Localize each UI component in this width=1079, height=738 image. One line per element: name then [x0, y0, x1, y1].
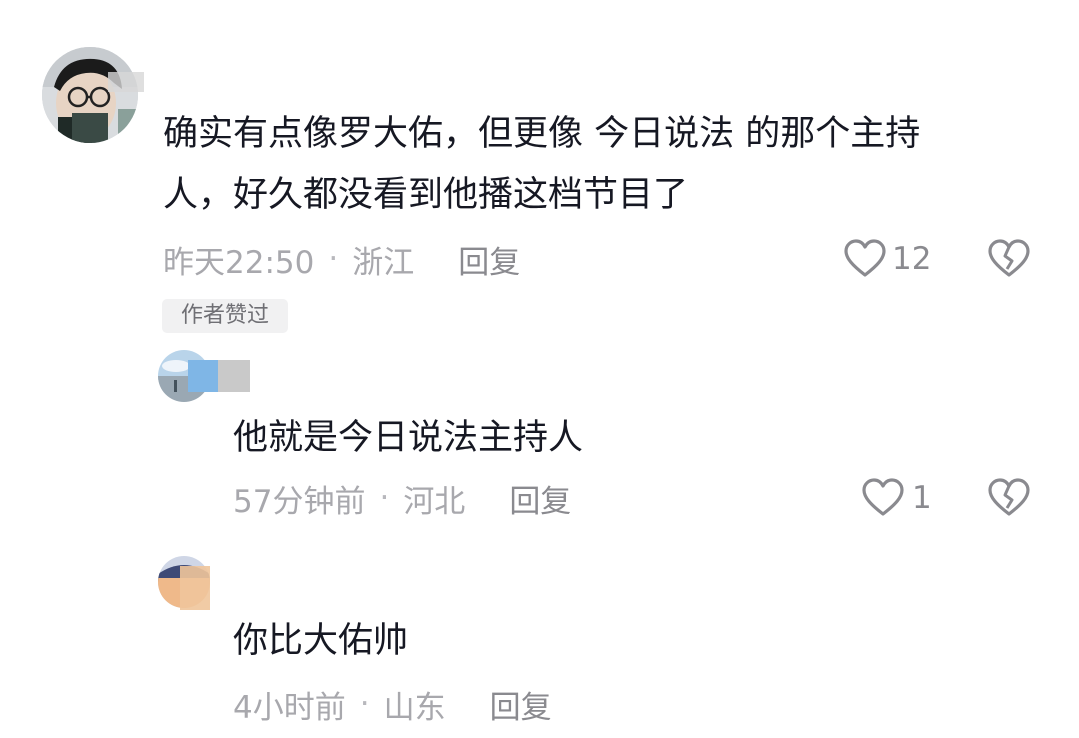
dislike-button[interactable] [988, 478, 1030, 522]
reply-button[interactable]: 回复 [509, 476, 571, 521]
reply-meta: 4小时前 · 山东 回复 [233, 682, 552, 727]
heart-outline-icon [862, 478, 904, 518]
reply-location: 河北 [403, 483, 466, 520]
reply-time: 4小时前 [233, 689, 346, 726]
dislike-button[interactable] [988, 239, 1030, 283]
comment-time: 昨天22:50 [163, 244, 315, 281]
author-liked-badge: 作者赞过 [162, 299, 288, 333]
username-blurred [108, 72, 144, 92]
reply-text: 他就是今日说法主持人 [233, 418, 584, 458]
like-button[interactable]: 12 [844, 238, 931, 280]
heart-outline-icon [844, 239, 886, 279]
username-blurred [188, 360, 218, 392]
like-button[interactable]: 1 [862, 477, 932, 519]
username-blurred [218, 360, 250, 392]
like-count: 12 [892, 241, 932, 277]
avatar[interactable] [42, 47, 138, 143]
meta-separator: · [379, 480, 390, 516]
reply-button[interactable]: 回复 [490, 682, 552, 727]
comment-text-line2: 人，好久都没看到他播这档节目了 [163, 175, 689, 215]
username-blurred [180, 566, 210, 610]
like-count: 1 [912, 480, 932, 516]
avatar-image [42, 47, 138, 143]
reply-time: 57分钟前 [233, 483, 366, 520]
username-partial [234, 574, 304, 592]
broken-heart-icon [988, 478, 1030, 522]
reply-button[interactable]: 回复 [458, 237, 520, 282]
reply-meta: 57分钟前 · 河北 回复 [233, 476, 571, 521]
comment-text-line1: 确实有点像罗大佑，但更像 今日说法 的那个主持 [163, 114, 921, 154]
comment-meta: 昨天22:50 · 浙江 回复 [163, 237, 520, 282]
comment-location: 浙江 [352, 244, 415, 281]
broken-heart-icon [988, 239, 1030, 283]
meta-separator: · [359, 686, 370, 722]
meta-separator: · [328, 241, 339, 277]
reply-location: 山东 [383, 689, 446, 726]
reply-text: 你比大佑帅 [233, 621, 409, 661]
